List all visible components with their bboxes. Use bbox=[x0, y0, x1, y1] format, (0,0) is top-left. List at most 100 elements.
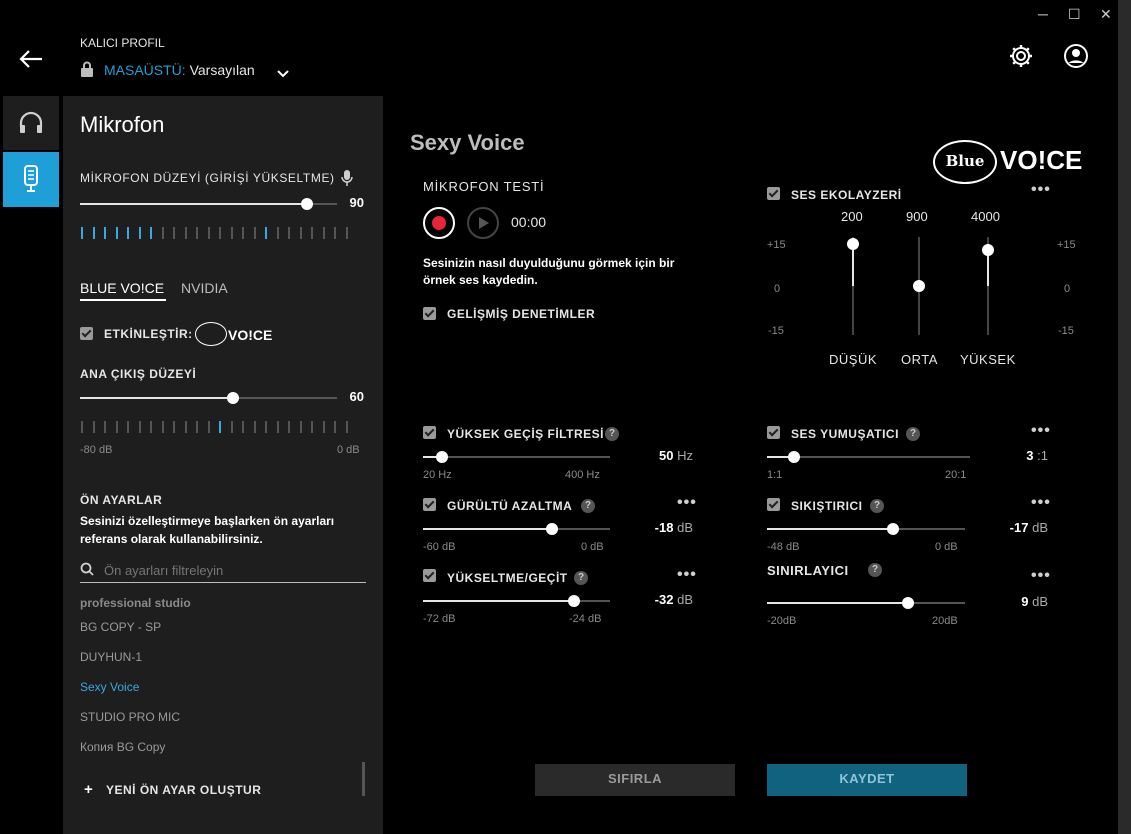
compressor-slider[interactable] bbox=[767, 523, 965, 535]
record-timer: 00:00 bbox=[511, 214, 547, 230]
record-button[interactable] bbox=[423, 207, 455, 239]
eq-slider-high[interactable] bbox=[982, 237, 994, 335]
blue-brand-icon: Blue bbox=[933, 140, 997, 184]
help-icon[interactable]: ? bbox=[906, 427, 920, 441]
preset-filter-input[interactable] bbox=[104, 560, 362, 580]
plus-icon: + bbox=[84, 781, 93, 798]
gate-max: -24 dB bbox=[569, 613, 602, 625]
close-button[interactable]: ✕ bbox=[1100, 6, 1112, 23]
eq-label: SES EKOLAYZERİ bbox=[791, 188, 902, 202]
profile-selector[interactable]: MASAÜSTÜ: Varsayılan bbox=[104, 62, 255, 78]
eq-freq-mid: 900 bbox=[906, 209, 928, 224]
eq-freq-high: 4000 bbox=[971, 209, 1000, 224]
highpass-thumb[interactable] bbox=[436, 451, 448, 463]
gate-checkbox[interactable] bbox=[423, 569, 436, 582]
microphone-icon bbox=[21, 165, 41, 198]
help-icon[interactable]: ? bbox=[868, 563, 882, 577]
tab-nvidia[interactable]: NVIDIA bbox=[181, 280, 228, 296]
gate-thumb[interactable] bbox=[568, 595, 580, 607]
brand-badge-text: Blue bbox=[945, 152, 985, 170]
noise-min: -60 dB bbox=[423, 541, 456, 553]
noise-checkbox[interactable] bbox=[423, 498, 436, 511]
compressor-value: -17 dB bbox=[1009, 520, 1048, 535]
eq-checkbox[interactable] bbox=[767, 187, 780, 200]
mic-test-title: MİKROFON TESTİ bbox=[423, 179, 545, 194]
maximize-button[interactable]: ☐ bbox=[1068, 6, 1081, 23]
noise-more-icon[interactable]: ••• bbox=[677, 494, 697, 512]
microphone-tab[interactable] bbox=[3, 152, 59, 207]
tab-blue-voice[interactable]: BLUE VO!CE bbox=[80, 280, 164, 296]
deesser-thumb[interactable] bbox=[788, 451, 800, 463]
enable-checkbox[interactable] bbox=[80, 327, 93, 340]
eq-thumb-high[interactable] bbox=[982, 244, 994, 256]
compressor-min: -48 dB bbox=[767, 541, 800, 553]
highpass-checkbox[interactable] bbox=[423, 426, 436, 439]
compressor-thumb[interactable] bbox=[887, 523, 899, 535]
preset-scrollbar[interactable] bbox=[362, 762, 365, 796]
preset-item[interactable]: BG COPY - SP bbox=[80, 620, 161, 634]
eq-slider-low[interactable] bbox=[847, 237, 859, 335]
noise-slider[interactable] bbox=[423, 523, 610, 535]
advanced-controls-checkbox[interactable] bbox=[423, 307, 436, 320]
account-icon[interactable] bbox=[1063, 43, 1089, 74]
compressor-label: SIKIŞTIRICI bbox=[791, 499, 863, 513]
profile-title: KALICI PROFIL bbox=[80, 36, 165, 50]
gate-slider[interactable] bbox=[423, 595, 610, 607]
preset-item[interactable]: Копия BG Copy bbox=[80, 740, 165, 754]
preset-item[interactable]: DUYHUN-1 bbox=[80, 650, 142, 664]
back-arrow-icon[interactable] bbox=[18, 46, 44, 77]
output-level-slider[interactable] bbox=[80, 392, 337, 404]
help-icon[interactable]: ? bbox=[574, 571, 588, 585]
eq-thumb-mid[interactable] bbox=[913, 280, 925, 292]
noise-thumb[interactable] bbox=[546, 523, 558, 535]
eq-thumb-low[interactable] bbox=[847, 238, 859, 250]
deesser-more-icon[interactable]: ••• bbox=[1031, 422, 1051, 440]
limiter-more-icon[interactable]: ••• bbox=[1031, 567, 1051, 585]
chevron-down-icon[interactable] bbox=[277, 66, 289, 84]
output-level-thumb[interactable] bbox=[227, 392, 239, 404]
eq-band-low: DÜŞÜK bbox=[829, 352, 878, 367]
compressor-checkbox[interactable] bbox=[767, 498, 780, 511]
gate-min: -72 dB bbox=[423, 613, 456, 625]
compressor-max: 0 dB bbox=[935, 541, 958, 553]
deesser-slider[interactable] bbox=[767, 451, 970, 463]
search-underline bbox=[80, 582, 366, 583]
help-icon[interactable]: ? bbox=[870, 499, 884, 513]
mic-level-label: MİKROFON DÜZEYİ (GİRİŞİ YÜKSELTME) bbox=[80, 171, 335, 185]
eq-scale-mid-right: 0 bbox=[1064, 283, 1071, 295]
save-button[interactable]: KAYDET bbox=[767, 764, 967, 796]
mic-level-slider[interactable] bbox=[80, 198, 337, 210]
help-icon[interactable]: ? bbox=[605, 427, 619, 441]
gate-label: YÜKSELTME/GEÇİT bbox=[447, 571, 568, 585]
highpass-slider[interactable] bbox=[423, 451, 610, 463]
blue-logo-icon bbox=[195, 322, 227, 346]
limiter-thumb[interactable] bbox=[902, 597, 914, 609]
minimize-button[interactable]: ─ bbox=[1038, 6, 1048, 22]
deesser-checkbox[interactable] bbox=[767, 426, 780, 439]
play-button[interactable] bbox=[467, 207, 499, 239]
new-preset-button[interactable]: YENİ ÖN AYAR OLUŞTUR bbox=[106, 783, 261, 797]
tab-underline bbox=[80, 299, 166, 301]
preset-item[interactable]: STUDIO PRO MIC bbox=[80, 710, 180, 724]
highpass-max: 400 Hz bbox=[565, 469, 600, 481]
eq-more-icon[interactable]: ••• bbox=[1031, 181, 1051, 199]
mic-level-thumb[interactable] bbox=[301, 198, 313, 210]
preset-item[interactable]: professional studio bbox=[80, 596, 191, 610]
reset-button[interactable]: SIFIRLA bbox=[535, 764, 735, 796]
headset-tab[interactable] bbox=[3, 96, 59, 150]
gate-more-icon[interactable]: ••• bbox=[677, 566, 697, 584]
mic-level-meter bbox=[81, 227, 357, 239]
mic-level-value: 90 bbox=[349, 195, 364, 210]
enable-label: ETKİNLEŞTİR: bbox=[104, 327, 193, 341]
compressor-more-icon[interactable]: ••• bbox=[1031, 494, 1051, 512]
limiter-slider[interactable] bbox=[767, 597, 965, 609]
gear-icon[interactable] bbox=[1008, 43, 1034, 74]
limiter-label: SINIRLAYICI bbox=[767, 563, 849, 578]
eq-scale-top: +15 bbox=[767, 239, 786, 251]
eq-slider-mid[interactable] bbox=[913, 237, 925, 335]
presets-title: ÖN AYARLAR bbox=[80, 493, 163, 507]
preset-item-selected[interactable]: Sexy Voice bbox=[80, 680, 139, 694]
help-icon[interactable]: ? bbox=[581, 499, 595, 513]
output-level-meter bbox=[81, 421, 357, 433]
eq-band-mid: ORTA bbox=[901, 352, 938, 367]
